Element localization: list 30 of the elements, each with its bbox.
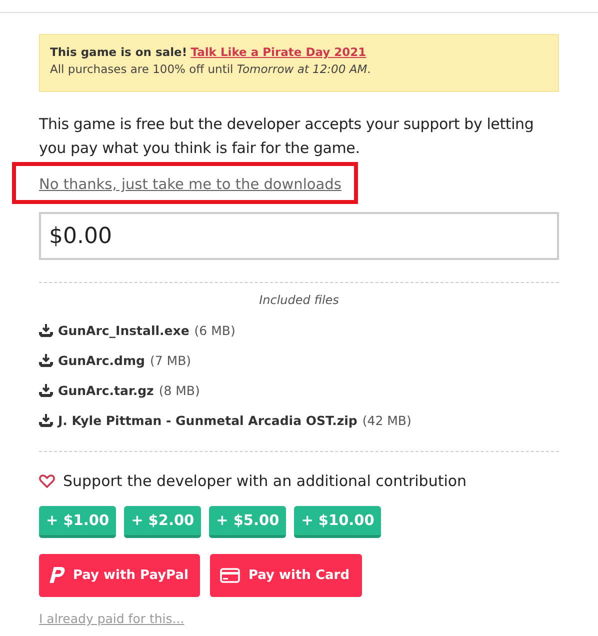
download-icon <box>39 324 53 336</box>
sale-lead: This game is on sale! <box>50 45 188 59</box>
download-icon <box>39 384 53 396</box>
pay-button[interactable]: Pay with PayPal <box>39 554 200 597</box>
file-name: GunArc.tar.gz <box>58 382 154 398</box>
heart-icon <box>39 474 55 488</box>
file-name: GunArc_Install.exe <box>58 322 190 338</box>
amount-button[interactable]: + $10.00 <box>294 506 382 538</box>
credit-card-icon <box>220 568 240 583</box>
file-size: (6 MB) <box>194 322 236 338</box>
file-size: (8 MB) <box>158 382 200 398</box>
pay-button[interactable]: Pay with Card <box>210 554 362 597</box>
included-files-heading: Included files <box>258 293 340 307</box>
amount-button[interactable]: + $5.00 <box>209 506 286 538</box>
already-paid-link[interactable]: I already paid for this... <box>39 611 184 626</box>
amount-button[interactable]: + $1.00 <box>39 506 116 538</box>
amount-button[interactable]: + $2.00 <box>124 506 202 538</box>
sale-details: All purchases are 100% off until Tomorrow at 12:00 AM. <box>50 61 372 78</box>
file-size: (42 MB) <box>362 412 412 428</box>
file-size: (7 MB) <box>150 352 192 368</box>
download-icon <box>39 414 53 426</box>
skip-link[interactable]: No thanks, just take me to the downloads <box>39 177 342 193</box>
file-name: GunArc.dmg <box>58 352 145 368</box>
support-label: Support the developer with an additional contribution <box>63 472 467 490</box>
file-name: J. Kyle Pittman - Gunmetal Arcadia OST.zip <box>58 412 358 428</box>
description-text: This game is free but the developer accepts your support by letting you pay what you think is fair for the game. <box>39 114 535 159</box>
paypal-icon <box>49 566 65 586</box>
price-field[interactable]: $0.00 <box>39 212 559 260</box>
sale-event-link[interactable]: Talk Like a Pirate Day 2021 <box>190 45 366 59</box>
download-icon <box>39 354 53 366</box>
